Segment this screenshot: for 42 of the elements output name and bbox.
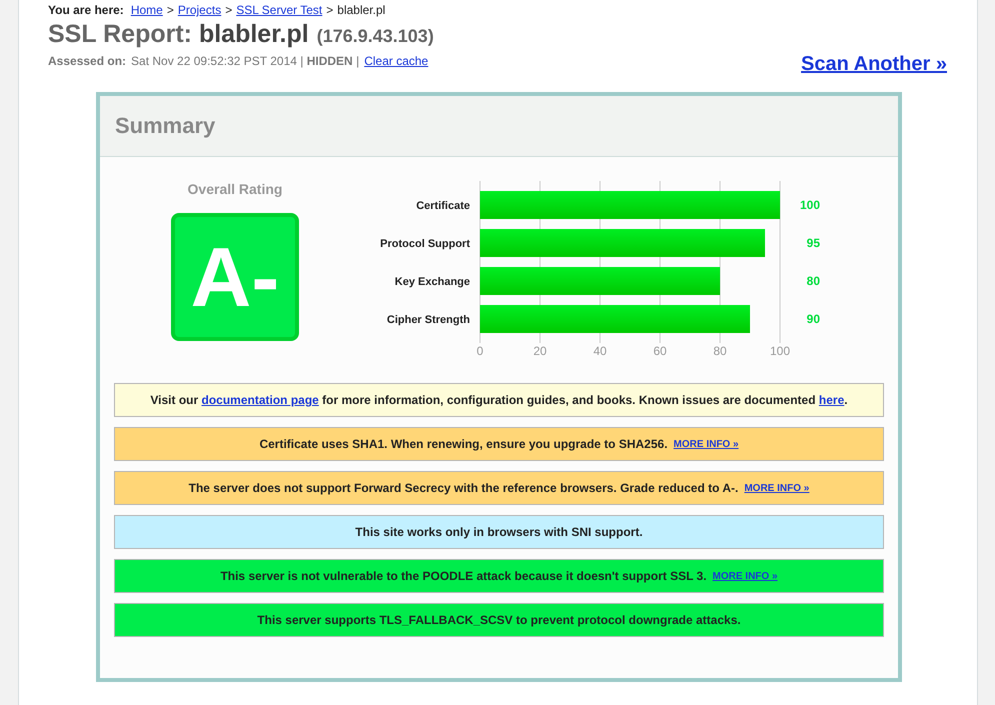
breadcrumb-link[interactable]: Home: [130, 3, 163, 17]
notice-text: This site works only in browsers with SNI support.: [355, 525, 643, 539]
overall-rating-label: Overall Rating: [188, 181, 282, 197]
notice-text: Certificate uses SHA1. When renewing, ensure you upgrade to SHA256.: [259, 437, 668, 451]
notice-link[interactable]: documentation page: [202, 393, 319, 407]
summary-title: Summary: [115, 113, 216, 139]
notice-text: The server does not support Forward Secrecy with the reference browsers. Grade reduced to A-.: [188, 481, 738, 495]
breadcrumb-separator: >: [326, 3, 334, 17]
grade-badge: A-: [171, 213, 299, 341]
axis-tick-label: 60: [653, 344, 667, 358]
assessed-info: Sat Nov 22 09:52:32 PST 2014 | HIDDEN |: [131, 54, 360, 68]
score-value: 90: [806, 312, 820, 326]
breadcrumb-current: blabler.pl: [337, 3, 386, 17]
assessed-label: Assessed on:: [48, 54, 126, 68]
notice-text: This server supports TLS_FALLBACK_SCSV to prevent protocol downgrade attacks.: [257, 613, 741, 627]
breadcrumb-separator: >: [225, 3, 232, 17]
breadcrumb-separator: >: [166, 3, 174, 17]
axis-tick-label: 80: [713, 344, 727, 358]
clear-cache-link[interactable]: Clear cache: [364, 54, 428, 68]
notice-text: This server is not vulnerable to the POODLE attack because it doesn't support SSL 3.: [220, 569, 707, 583]
more-info-link[interactable]: MORE INFO »: [744, 482, 810, 494]
notice-link[interactable]: here: [818, 393, 844, 407]
score-value: 80: [806, 274, 820, 288]
breadcrumb-link[interactable]: SSL Server Test: [236, 3, 322, 17]
report-title: SSL Report: blabler.pl: [48, 20, 309, 49]
category-label: Protocol Support: [380, 238, 470, 250]
ip-address: (176.9.43.103): [316, 26, 434, 47]
scan-another-link[interactable]: Scan Another »: [801, 53, 947, 76]
more-info-link[interactable]: MORE INFO »: [712, 570, 778, 582]
more-info-link[interactable]: MORE INFO »: [674, 438, 739, 450]
category-label: Certificate: [416, 200, 470, 212]
score-value: 95: [806, 236, 820, 250]
axis-tick-label: 40: [593, 344, 607, 358]
category-label: Key Exchange: [394, 276, 470, 288]
axis-tick-label: 20: [533, 344, 547, 358]
score-value: 100: [800, 198, 820, 212]
notice-text: Visit our documentation page for more information, configuration guides, and books. Known issues are documented here.: [150, 393, 848, 407]
axis-tick-label: 0: [476, 344, 484, 358]
breadcrumb-link[interactable]: Projects: [178, 3, 222, 17]
category-label: Cipher Strength: [386, 314, 470, 326]
axis-tick-label: 100: [770, 344, 790, 358]
breadcrumb-label: You are here:: [48, 3, 124, 17]
